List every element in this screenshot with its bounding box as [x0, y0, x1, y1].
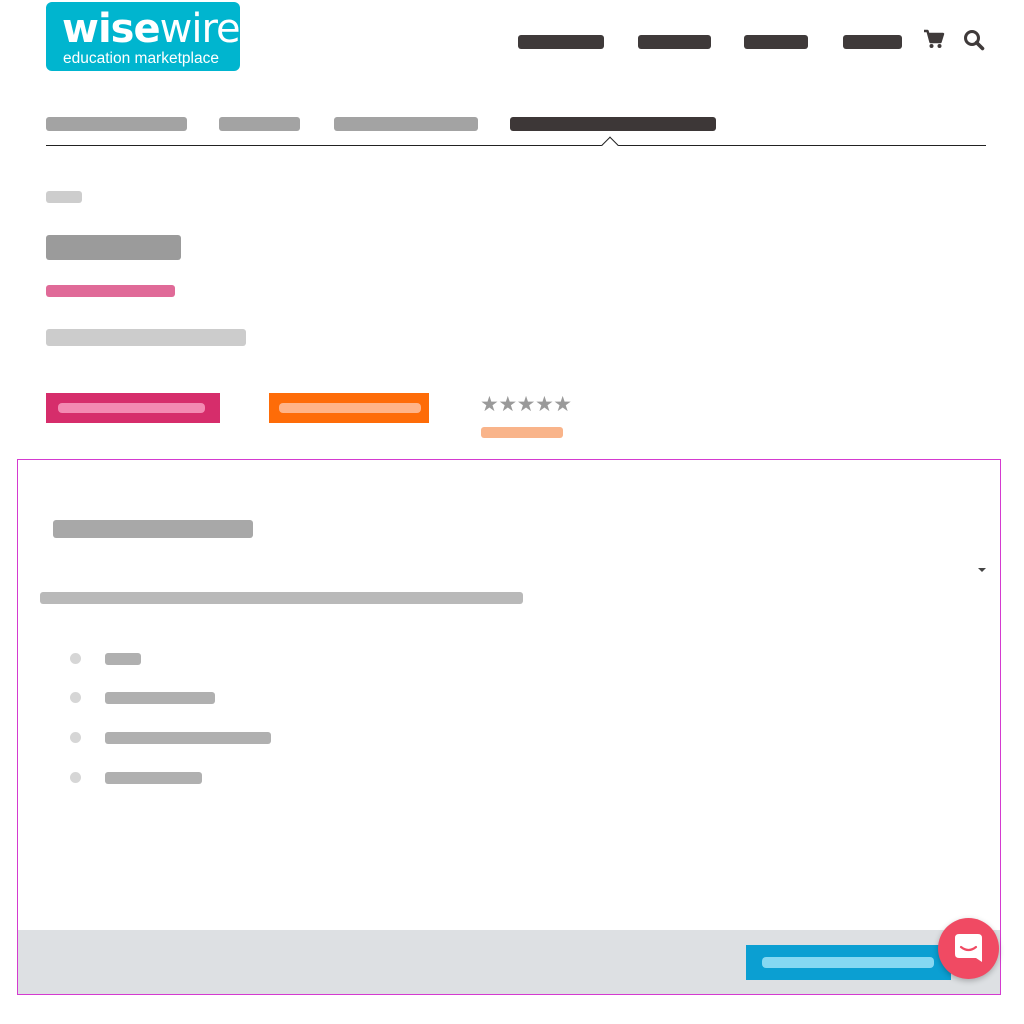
- star-rating: ★★★★★: [480, 392, 572, 416]
- tab-2[interactable]: [219, 117, 300, 131]
- logo-wordmark: wisewire: [62, 5, 241, 53]
- bullet-icon: [70, 772, 81, 783]
- logo[interactable]: wisewire education marketplace: [46, 2, 241, 71]
- primary-action-label: [58, 403, 205, 413]
- nav-item-2[interactable]: [638, 35, 711, 49]
- nav-item-3[interactable]: [744, 35, 808, 49]
- panel-description: [40, 592, 523, 604]
- breadcrumb[interactable]: [46, 191, 82, 203]
- chat-bubble-icon: [955, 934, 982, 962]
- product-subtitle: [46, 329, 246, 346]
- page-title: [46, 235, 181, 260]
- panel-heading: [53, 520, 253, 538]
- list-item: [105, 692, 215, 704]
- chevron-down-icon[interactable]: [978, 568, 986, 572]
- nav-item-1[interactable]: [518, 35, 604, 49]
- review-count-link[interactable]: [481, 427, 563, 438]
- active-tab-pointer: [601, 136, 619, 154]
- footer-action-label: [762, 957, 934, 968]
- tab-3[interactable]: [334, 117, 478, 131]
- nav-item-4[interactable]: [843, 35, 902, 49]
- primary-action-button[interactable]: [46, 393, 220, 423]
- tab-active[interactable]: [510, 117, 716, 131]
- search-icon[interactable]: [963, 29, 985, 51]
- secondary-action-label: [279, 403, 421, 413]
- bullet-icon: [70, 653, 81, 664]
- footer-action-button[interactable]: [746, 945, 951, 980]
- bullet-icon: [70, 692, 81, 703]
- list-item: [105, 653, 141, 665]
- list-item: [105, 772, 202, 784]
- chat-launcher-button[interactable]: [938, 918, 999, 979]
- logo-word-light: wire: [159, 6, 241, 52]
- details-panel: [17, 459, 1001, 995]
- list-item: [105, 732, 271, 744]
- tab-divider: [46, 145, 986, 146]
- tab-1[interactable]: [46, 117, 187, 131]
- bullet-icon: [70, 732, 81, 743]
- logo-word-bold: wise: [62, 6, 161, 52]
- shopping-cart-icon[interactable]: [923, 29, 945, 49]
- logo-tagline: education marketplace: [63, 50, 219, 67]
- author-link[interactable]: [46, 285, 175, 297]
- secondary-action-button[interactable]: [269, 393, 429, 423]
